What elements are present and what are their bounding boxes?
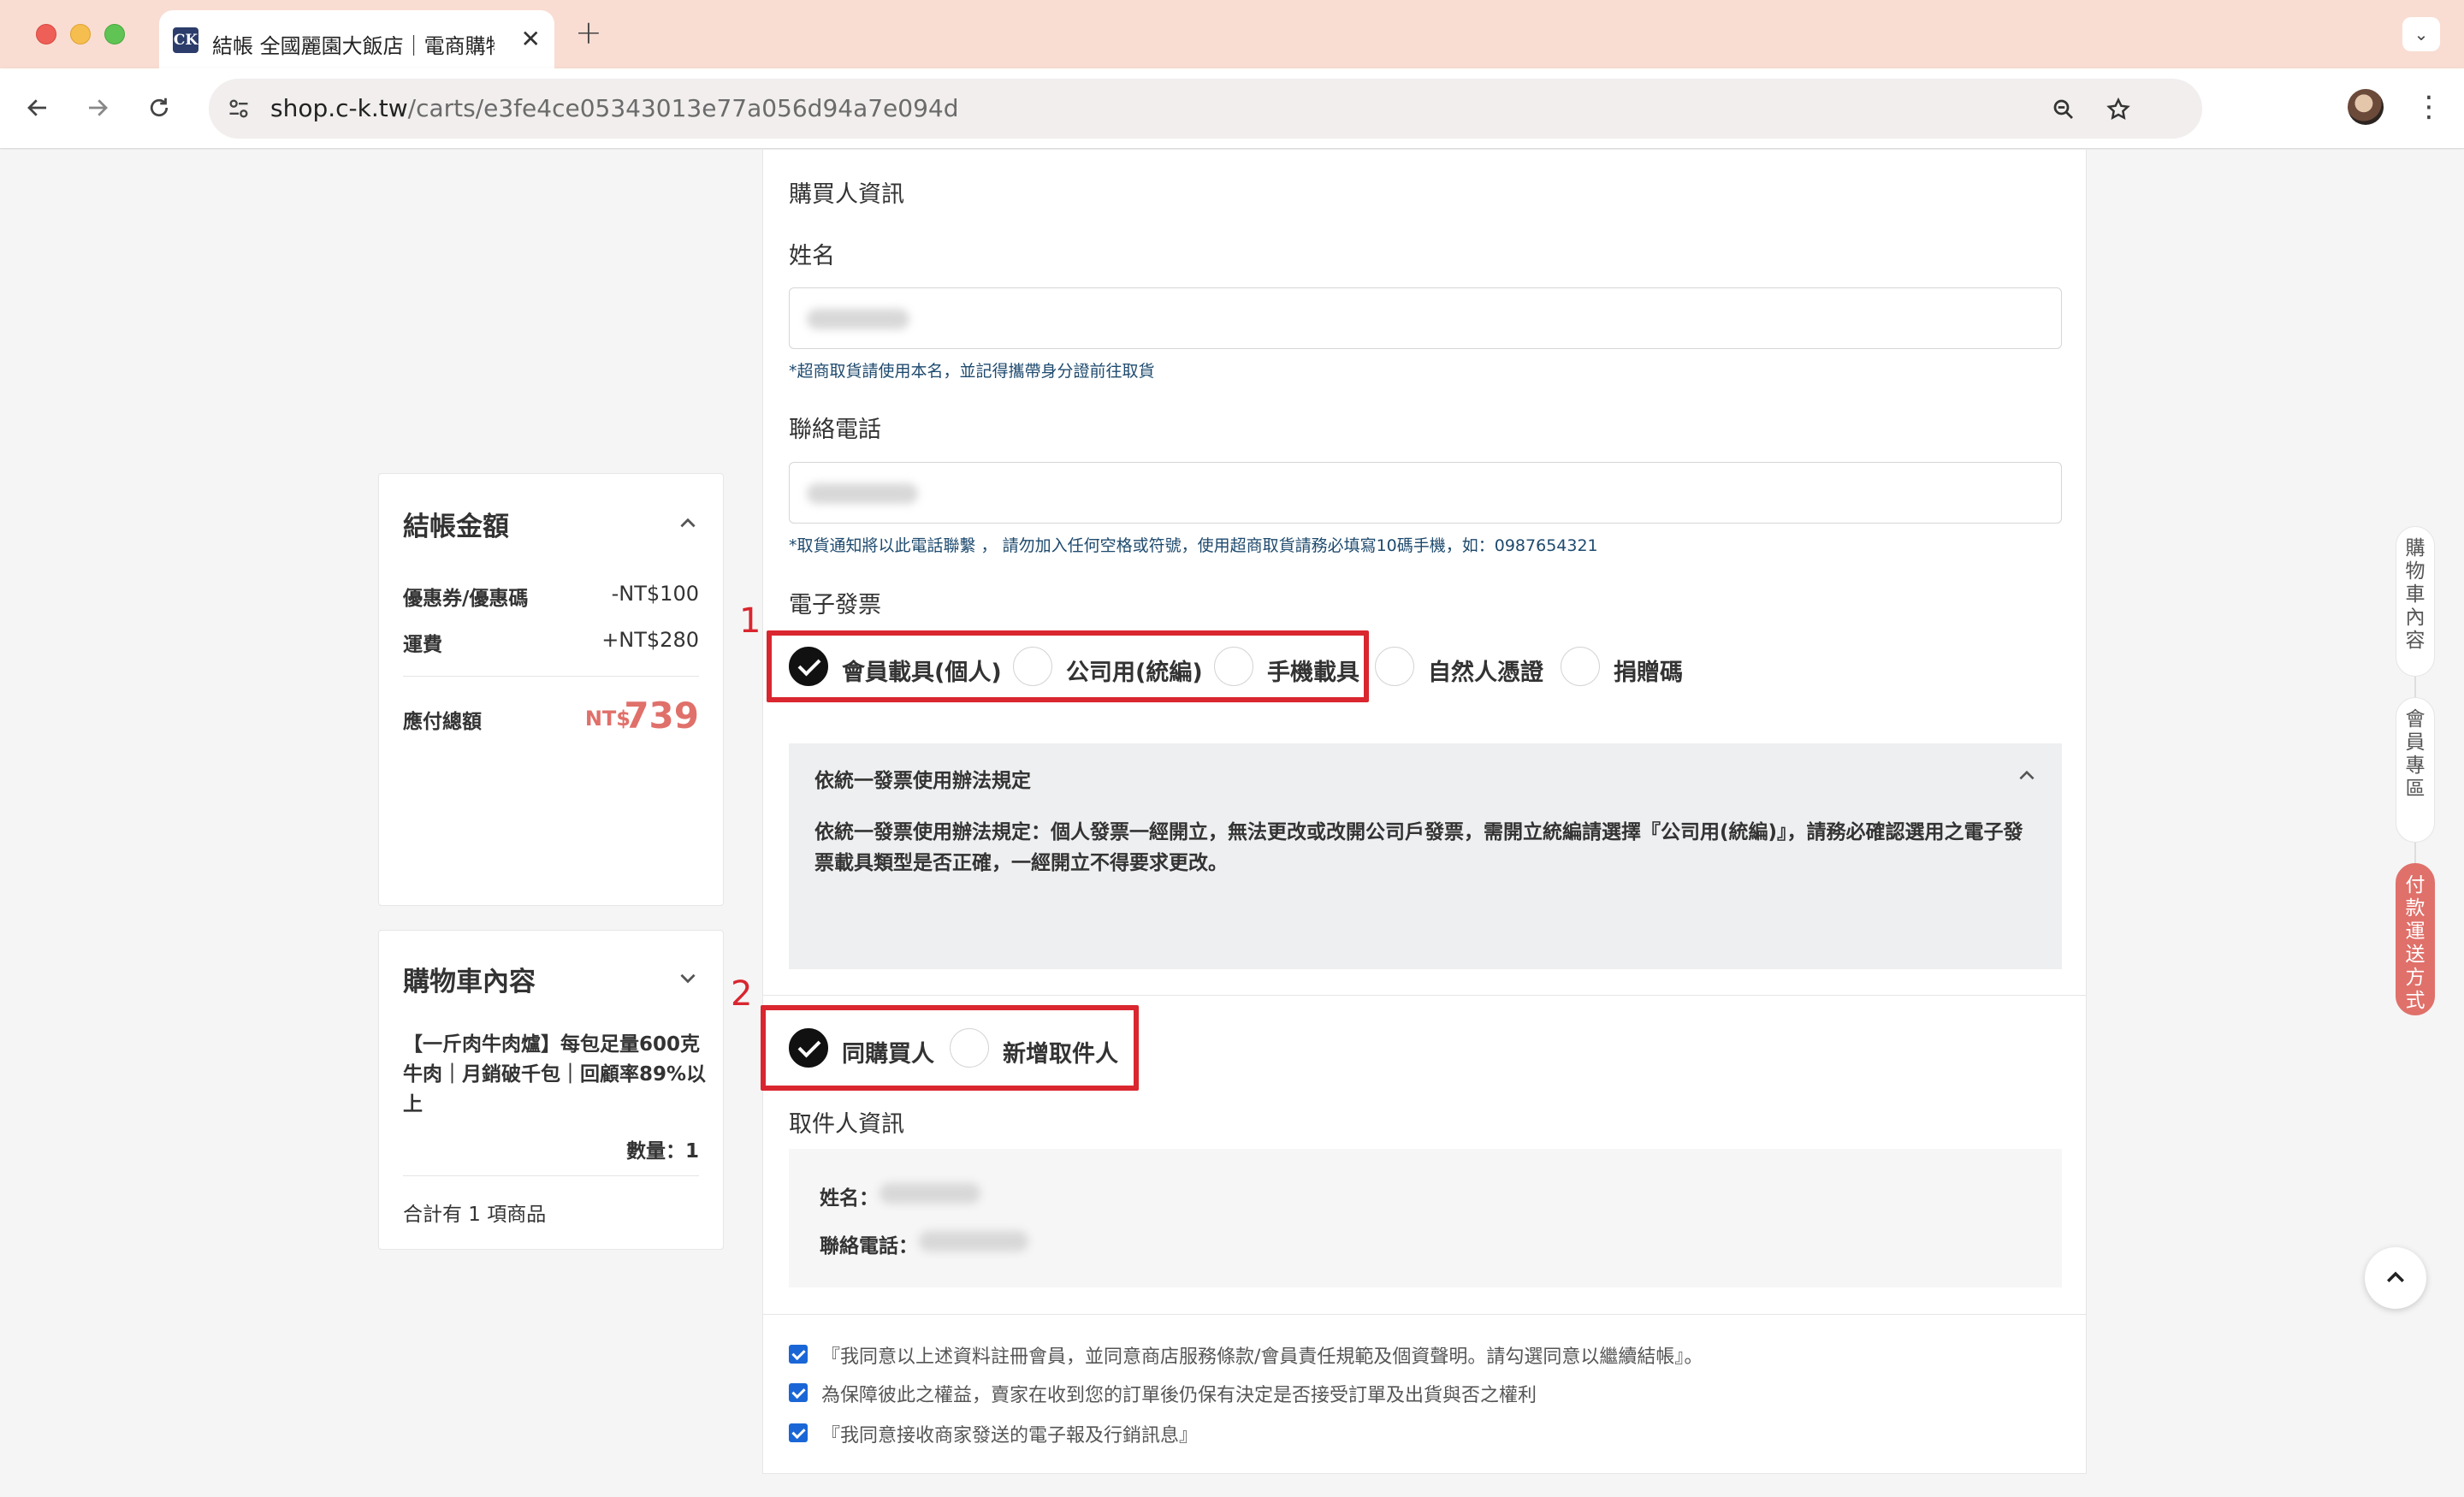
browser-tab-bar: CK 結帳 全國麗園大飯店｜電商購物 ✕ + ⌄ [0, 0, 2464, 68]
invoice-option-company-radio[interactable] [1013, 647, 1052, 686]
buyer-phone-input[interactable] [789, 462, 2062, 524]
receiver-option-label[interactable]: 同購買人 [842, 1035, 934, 1068]
receiver-name-label: 姓名： [820, 1187, 879, 1210]
browser-menu-icon[interactable]: ⋮ [2414, 87, 2443, 127]
invoice-option-label[interactable]: 手機載具 [1267, 654, 1359, 687]
section-divider [763, 995, 2086, 996]
step-number-1: 1 [739, 601, 761, 641]
nav-connector [2414, 677, 2416, 697]
order-summary-title: 結帳金額 [403, 512, 509, 542]
name-label: 姓名 [789, 243, 835, 269]
cart-item-quantity: 數量：1 [625, 1140, 699, 1163]
cart-item-name: 【一斤肉牛肉爐】每包足量600克牛肉｜月銷破千包｜回顧率89%以上 [403, 1033, 707, 1115]
invoice-notice-title: 依統一發票使用辦法規定 [814, 770, 1031, 792]
receiver-option-label[interactable]: 新增取件人 [1003, 1035, 1118, 1068]
agreement-newsletter-checkbox[interactable] [789, 1423, 808, 1442]
back-arrow-icon[interactable] [19, 89, 56, 127]
tab-title: 結帳 全國麗園大飯店｜電商購物 [212, 34, 495, 58]
reload-icon[interactable] [140, 89, 178, 127]
redacted-text [880, 1183, 980, 1204]
bookmark-star-icon[interactable] [2103, 94, 2134, 125]
buyer-name-input[interactable] [789, 287, 2062, 349]
agreement-terms-checkbox[interactable] [789, 1345, 808, 1364]
nav-member-area[interactable]: 會員專區 [2396, 697, 2435, 843]
receiver-info-box: 姓名： 聯絡電話： [789, 1149, 2062, 1287]
browser-tab[interactable]: CK 結帳 全國麗園大飯店｜電商購物 ✕ [159, 10, 554, 68]
redacted-text [919, 1231, 1028, 1251]
window-minimize-button[interactable] [70, 24, 91, 44]
invoice-option-mobile-carrier-radio[interactable] [1214, 647, 1253, 686]
invoice-option-member-carrier-radio[interactable] [789, 647, 828, 686]
cart-title: 購物車內容 [403, 967, 536, 997]
new-receiver-radio[interactable] [950, 1028, 989, 1068]
name-hint: *超商取貨請使用本名，並記得攜帶身分證前往取貨 [789, 362, 1155, 381]
invoice-option-citizen-cert-radio[interactable] [1375, 647, 1414, 686]
phone-hint: *取貨通知將以此電話聯繫 ， 請勿加入任何空格或符號，使用超商取貨請務必填寫10… [789, 536, 1598, 555]
cart-item-count: 合計有 1 項商品 [403, 1204, 547, 1226]
agreement-text: 『我同意以上述資料註冊會員，並同意商店服務條款/會員責任規範及個資聲明。請勾選同… [821, 1346, 1703, 1368]
shipping-label: 運費 [403, 634, 442, 656]
profile-avatar[interactable] [2348, 89, 2384, 125]
nav-payment-shipping[interactable]: 付款運送方式 [2396, 863, 2435, 1015]
invoice-option-label[interactable]: 捐贈碼 [1614, 654, 1683, 687]
url-text[interactable]: shop.c-k.tw/carts/e3fe4ce05343013e77a056… [270, 94, 959, 122]
cart-divider [403, 1175, 699, 1176]
forward-arrow-icon[interactable] [79, 89, 116, 127]
site-settings-icon[interactable] [226, 96, 252, 121]
total-label: 應付總額 [403, 711, 482, 733]
redacted-text [807, 309, 909, 329]
coupon-label: 優惠券/優惠碼 [403, 588, 529, 610]
scroll-to-top-button[interactable] [2365, 1247, 2426, 1309]
invoice-label: 電子發票 [789, 592, 881, 618]
address-bar[interactable]: shop.c-k.tw/carts/e3fe4ce05343013e77a056… [209, 79, 2202, 139]
invoice-option-label[interactable]: 公司用(統編) [1066, 654, 1203, 687]
total-amount: 739 [624, 695, 699, 737]
invoice-option-label[interactable]: 自然人憑證 [1428, 654, 1543, 687]
checkout-page: 結帳金額 優惠券/優惠碼 -NT$100 運費 +NT$280 應付總額 NT$… [0, 150, 2464, 1497]
step-number-2: 2 [731, 974, 753, 1014]
coupon-value: -NT$100 [611, 582, 699, 606]
window-close-button[interactable] [36, 24, 56, 44]
buyer-info-title: 購買人資訊 [789, 181, 904, 208]
invoice-notice-body: 依統一發票使用辦法規定：個人發票一經開立，無法更改或改開公司戶發票，需開立統編請… [814, 821, 2023, 874]
section-divider [763, 1314, 2086, 1315]
agreement-rights-checkbox[interactable] [789, 1383, 808, 1402]
tab-search-icon[interactable]: ⌄ [2402, 17, 2440, 51]
invoice-option-label[interactable]: 會員載具(個人) [842, 654, 1002, 687]
browser-toolbar: shop.c-k.tw/carts/e3fe4ce05343013e77a056… [0, 68, 2464, 149]
agreement-text: 『我同意接收商家發送的電子報及行銷訊息』 [821, 1425, 1199, 1447]
order-summary-card: 結帳金額 優惠券/優惠碼 -NT$100 運費 +NT$280 應付總額 NT$… [378, 473, 724, 906]
invoice-option-donation-radio[interactable] [1561, 647, 1600, 686]
chevron-down-icon[interactable] [677, 967, 699, 989]
zoom-icon[interactable] [2048, 94, 2079, 125]
checkout-form: 購買人資訊 姓名 *超商取貨請使用本名，並記得攜帶身分證前往取貨 聯絡電話 *取… [731, 150, 2087, 1474]
nav-cart-contents[interactable]: 購物車內容 [2396, 526, 2435, 677]
shipping-value: +NT$280 [601, 628, 699, 652]
invoice-notice-panel: 依統一發票使用辦法規定 依統一發票使用辦法規定：個人發票一經開立，無法更改或改開… [789, 743, 2062, 969]
summary-divider [403, 676, 699, 677]
new-tab-icon[interactable]: + [575, 15, 602, 50]
receiver-info-title: 取件人資訊 [789, 1111, 904, 1138]
chevron-up-icon[interactable] [2016, 764, 2038, 786]
chevron-up-icon[interactable] [677, 512, 699, 534]
receiver-phone-label: 聯絡電話： [820, 1235, 918, 1257]
phone-label: 聯絡電話 [789, 417, 881, 443]
close-tab-icon[interactable]: ✕ [521, 26, 541, 53]
same-as-buyer-radio[interactable] [789, 1028, 828, 1068]
nav-connector [2414, 843, 2416, 863]
window-zoom-button[interactable] [104, 24, 125, 44]
site-favicon-icon: CK [173, 27, 198, 53]
agreement-text: 為保障彼此之權益，賣家在收到您的訂單後仍保有決定是否接受訂單及出貨與否之權利 [821, 1385, 1537, 1406]
cart-contents-card: 購物車內容 【一斤肉牛肉爐】每包足量600克牛肉｜月銷破千包｜回顧率89%以上 … [378, 930, 724, 1250]
chevron-up-icon [2387, 1271, 2404, 1282]
redacted-text [807, 483, 918, 504]
